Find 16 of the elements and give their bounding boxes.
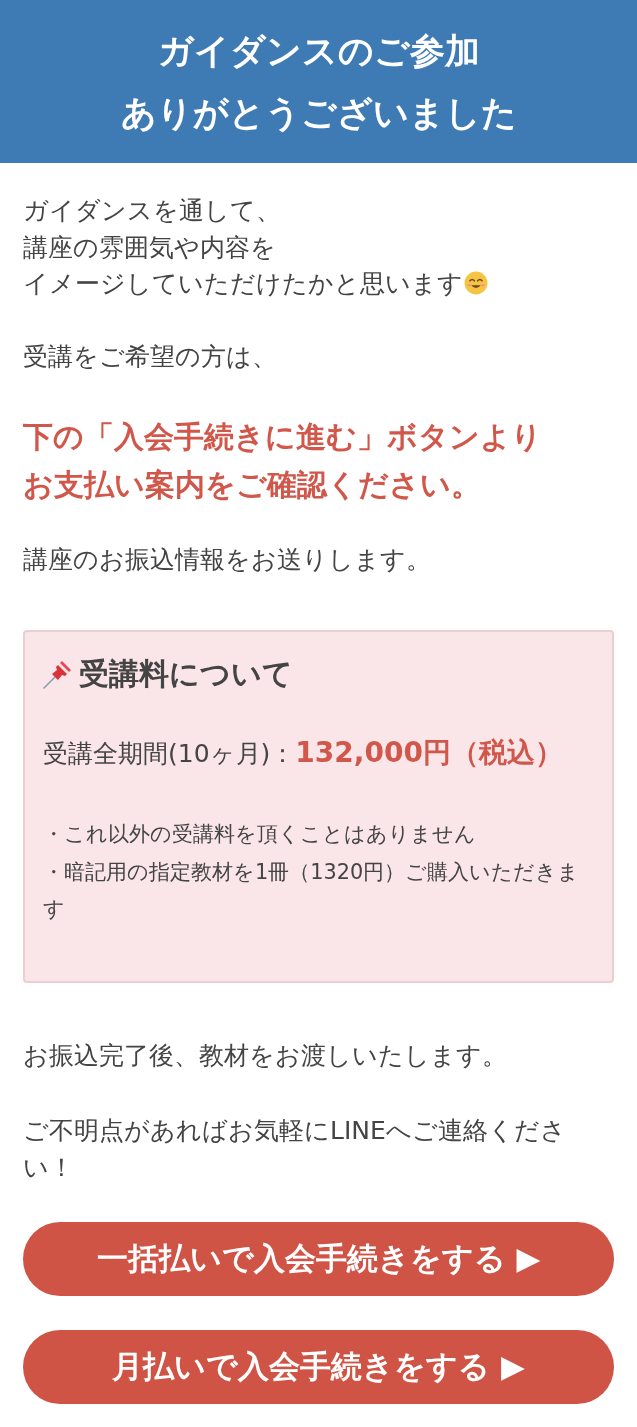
smiling-face-icon: [464, 271, 488, 295]
intro-text: ガイダンスを通して、 講座の雰囲気や内容を イメージしていただけたかと思います: [23, 196, 463, 298]
page-title: ガイダンスのご参加 ありがとうございました: [120, 29, 517, 135]
pushpin-icon: [43, 659, 73, 689]
transfer-info-text: 講座のお振込情報をお送りします。: [23, 543, 432, 576]
contact-text: ご不明点があればお気軽にLINEへご連絡ください！: [23, 1115, 567, 1184]
enroll-button[interactable]: 一括払いで入会手続きをする ▶: [23, 1222, 614, 1296]
notice-text: 下の「入会手続きに進む」ボタンより お支払い案内をご確認ください。: [23, 417, 543, 504]
after-payment-text: お振込完了後、教材をお渡しいたします。: [23, 1039, 508, 1072]
period-label: 受講全期間(10ヶ月)：: [43, 738, 296, 770]
note-text: ・暗記用の指定教材を1冊（1320円）ご購入いただきます: [43, 858, 581, 923]
enroll-button[interactable]: 月払いで入会手続きをする ▶: [23, 1330, 614, 1404]
price-value: 132,000円（税込）: [295, 735, 563, 771]
note-text: ・これ以外の受講料を頂くことはありません: [43, 821, 477, 848]
card-title: 受講料について: [79, 655, 293, 693]
request-text: 受講をご希望の方は、: [23, 341, 278, 373]
